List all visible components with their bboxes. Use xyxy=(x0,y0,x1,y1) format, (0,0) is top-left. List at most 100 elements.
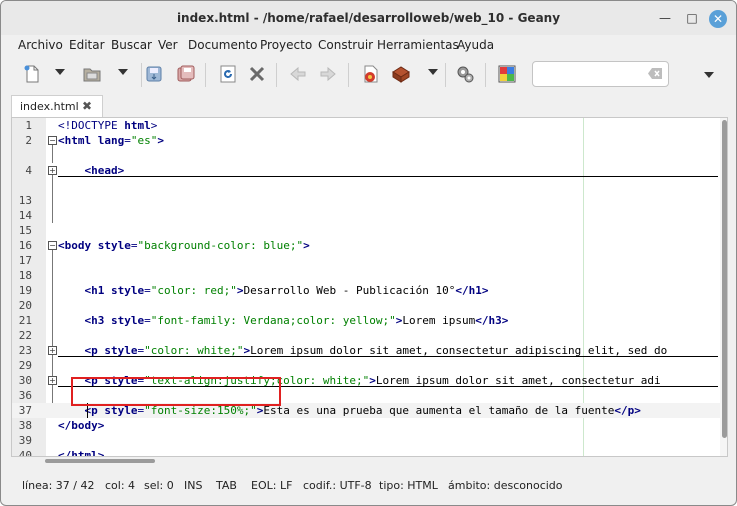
tab-index-html[interactable]: index.html ✖ xyxy=(11,95,103,117)
menu-ver[interactable]: Ver xyxy=(158,38,178,52)
line-number: 36 xyxy=(18,389,32,402)
minimize-button[interactable]: — xyxy=(658,11,672,25)
code-text: <html lang="es"> xyxy=(58,134,164,147)
line-number: 20 xyxy=(18,299,32,312)
search-input[interactable] xyxy=(537,63,641,87)
menu-proyecto[interactable]: Proyecto xyxy=(260,38,312,52)
execute-icon[interactable] xyxy=(455,64,475,84)
status-filetype: tipo: HTML xyxy=(379,479,438,492)
status-col: col: 4 xyxy=(105,479,136,492)
code-line: 29 xyxy=(12,358,727,373)
line-number: 30 xyxy=(18,374,32,387)
line-number: 40 xyxy=(18,449,32,457)
tab-label: index.html xyxy=(20,100,79,113)
line-number: 18 xyxy=(18,269,32,282)
line-number: 14 xyxy=(18,209,32,222)
status-bar: línea: 37 / 42 col: 4 sel: 0 INS TAB EOL… xyxy=(1,475,736,497)
line-number: 13 xyxy=(18,194,32,207)
menu-editar[interactable]: Editar xyxy=(69,38,105,52)
code-text: </body> xyxy=(58,419,105,432)
code-text: <h1 style="color: red;">Desarrollo Web -… xyxy=(58,284,489,297)
clear-search-icon[interactable] xyxy=(648,68,662,79)
code-line: 13 xyxy=(12,193,727,208)
line-number: 22 xyxy=(18,329,32,342)
color-chooser-icon[interactable] xyxy=(497,64,517,84)
save-all-icon[interactable] xyxy=(176,64,196,84)
code-line: 14 xyxy=(12,208,727,223)
line-number: 29 xyxy=(18,359,32,372)
fold-toggle-icon[interactable]: + xyxy=(48,346,57,355)
vertical-scrollbar[interactable] xyxy=(720,118,727,456)
new-file-dropdown-icon[interactable] xyxy=(55,69,65,75)
code-line: 21 <h3 style="font-family: Verdana;color… xyxy=(12,313,727,328)
horizontal-scrollbar-thumb[interactable] xyxy=(45,459,155,463)
menu-archivo[interactable]: Archivo xyxy=(18,38,63,52)
code-editor[interactable]: 1 <!DOCTYPE html> 2 − <html lang="es"> 4… xyxy=(11,117,728,457)
code-line: 20 xyxy=(12,298,727,313)
code-line: 15 xyxy=(12,223,727,238)
status-eol: EOL: LF xyxy=(251,479,293,492)
line-number: 17 xyxy=(18,254,32,267)
vertical-scrollbar-thumb[interactable] xyxy=(722,120,727,438)
close-tab-icon[interactable]: ✖ xyxy=(82,99,92,113)
title-bar[interactable]: index.html - /home/rafael/desarrolloweb/… xyxy=(1,1,736,35)
menu-herramientas[interactable]: Herramientas xyxy=(377,38,459,52)
code-line: 39 xyxy=(12,433,727,448)
tab-bar: index.html ✖ xyxy=(1,95,736,117)
open-file-dropdown-icon[interactable] xyxy=(118,69,128,75)
status-line: línea: 37 / 42 xyxy=(22,479,95,492)
code-line: 1 <!DOCTYPE html> xyxy=(12,118,727,133)
folded-marker-line xyxy=(58,356,718,357)
fold-toggle-icon[interactable]: − xyxy=(48,241,57,250)
build-icon[interactable] xyxy=(391,64,411,84)
code-text: <body style="background-color: blue;"> xyxy=(58,239,310,252)
window-title: index.html - /home/rafael/desarrolloweb/… xyxy=(176,11,561,25)
line-number: 15 xyxy=(18,224,32,237)
line-number: 23 xyxy=(18,344,32,357)
code-text: <!DOCTYPE html> xyxy=(58,119,158,132)
fold-toggle-icon[interactable]: − xyxy=(48,136,57,145)
search-field[interactable] xyxy=(532,61,669,87)
maximize-button[interactable]: □ xyxy=(685,11,699,25)
code-line: 2 − <html lang="es"> xyxy=(12,133,727,148)
line-number: 19 xyxy=(18,284,32,297)
status-ins: INS xyxy=(184,479,203,492)
reload-icon[interactable] xyxy=(218,64,238,84)
status-sel: sel: 0 xyxy=(144,479,174,492)
compile-icon[interactable] xyxy=(361,64,381,84)
new-file-icon[interactable] xyxy=(22,64,42,84)
line-number: 4 xyxy=(25,164,32,177)
code-line: 22 xyxy=(12,328,727,343)
build-dropdown-icon[interactable] xyxy=(428,69,438,75)
code-line: 18 xyxy=(12,268,727,283)
line-number: 21 xyxy=(18,314,32,327)
horizontal-scrollbar[interactable] xyxy=(1,457,736,465)
menu-documento[interactable]: Documento xyxy=(188,38,258,52)
toolbar-overflow-icon[interactable] xyxy=(704,72,714,78)
line-number: 16 xyxy=(18,239,32,252)
menu-construir[interactable]: Construir xyxy=(318,38,373,52)
navigate-forward-icon[interactable] xyxy=(318,64,338,84)
menu-ayuda[interactable]: Ayuda xyxy=(457,38,494,52)
menu-buscar[interactable]: Buscar xyxy=(111,38,152,52)
close-window-button[interactable]: ✕ xyxy=(709,10,727,28)
code-line: 17 xyxy=(12,253,727,268)
save-icon[interactable] xyxy=(144,64,164,84)
navigate-back-icon[interactable] xyxy=(288,64,308,84)
menu-bar: Archivo Editar Buscar Ver Documento Proy… xyxy=(1,35,736,57)
line-number: 38 xyxy=(18,419,32,432)
highlight-annotation-box xyxy=(71,377,281,406)
geany-window: index.html - /home/rafael/desarrolloweb/… xyxy=(0,0,737,506)
fold-toggle-icon[interactable]: + xyxy=(48,166,57,175)
open-file-icon[interactable] xyxy=(82,64,102,84)
line-number: 2 xyxy=(25,134,32,147)
folded-marker-line xyxy=(58,176,718,177)
code-line: 38 </body> xyxy=(12,418,727,433)
fold-toggle-icon[interactable]: + xyxy=(48,376,57,385)
line-number: 1 xyxy=(25,119,32,132)
line-number: 37 xyxy=(18,404,32,417)
close-file-icon[interactable] xyxy=(247,64,267,84)
status-tab: TAB xyxy=(216,479,237,492)
code-line: 40 </html> xyxy=(12,448,727,457)
status-encoding: codif.: UTF-8 xyxy=(303,479,372,492)
